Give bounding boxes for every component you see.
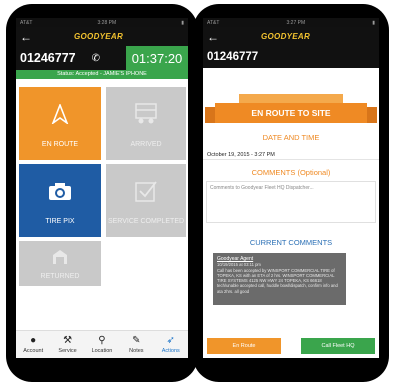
tab-actions-label: Actions	[161, 348, 180, 354]
tab-service[interactable]: ⚒ Service	[53, 335, 83, 354]
job-header: 01246777	[203, 46, 379, 68]
date-heading: DATE AND TIME	[262, 133, 320, 142]
phone-icon[interactable]: ✆	[92, 53, 100, 64]
action-grid: EN ROUTE ARRIVED TIRE PIX SERVICE COMPLE…	[16, 79, 188, 330]
service-completed-tile[interactable]: SERVICE COMPLETED	[106, 164, 186, 237]
tab-location[interactable]: ⚲ Location	[87, 335, 117, 354]
pin-icon: ⚲	[98, 335, 106, 346]
back-arrow-icon[interactable]: ←	[20, 31, 34, 43]
nav-bar: ← GOODYEAR	[203, 27, 379, 46]
status-bar: AT&T 3:28 PM ▮	[16, 18, 188, 27]
clock-label: 3:27 PM	[286, 19, 306, 26]
back-arrow-icon[interactable]: ←	[207, 31, 221, 43]
brand-logo: GOODYEAR	[74, 32, 124, 41]
clock-label: 3:28 PM	[97, 19, 117, 26]
nav-bar: ← GOODYEAR	[16, 27, 188, 46]
tab-actions[interactable]: ➶ Actions	[156, 335, 186, 354]
truck-icon	[133, 87, 159, 141]
wrench-icon: ⚒	[63, 335, 73, 346]
camera-icon	[47, 164, 73, 218]
tab-account[interactable]: ● Account	[18, 335, 48, 354]
tire-pix-tile[interactable]: TIRE PIX	[19, 164, 101, 237]
arrived-label: ARRIVED	[130, 141, 162, 149]
running-person-icon: ➶	[166, 335, 175, 346]
job-number: 01246777	[207, 51, 259, 63]
checkbox-icon	[134, 164, 158, 218]
job-header: 01246777 ✆ 01:37:20	[16, 46, 188, 70]
elapsed-timer: 01:37:20	[126, 46, 188, 70]
comments-heading: COMMENTS (Optional)	[251, 168, 331, 177]
battery-icon: ▮	[181, 19, 184, 26]
comment-text: Call has been accepted by WINSPORT COMME…	[217, 267, 338, 294]
tab-notes[interactable]: ✎ Notes	[121, 335, 151, 354]
garage-icon	[52, 241, 68, 273]
status-line: Status: Accepted - JAMIE'S IPHONE	[16, 70, 188, 79]
battery-icon: ▮	[372, 19, 375, 26]
returned-tile[interactable]: RETURNED	[19, 241, 101, 286]
right-screen: AT&T 3:27 PM ▮ ← GOODYEAR 01246777 EN RO…	[203, 18, 379, 358]
current-comments-heading: CURRENT COMMENTS	[249, 238, 333, 247]
carrier-label: AT&T	[20, 19, 33, 26]
en-route-form: EN ROUTE TO SITE DATE AND TIME October 1…	[203, 68, 379, 358]
comments-input[interactable]: Comments to Goodyear Fleet HQ Dispatcher…	[206, 181, 376, 223]
arrived-tile[interactable]: ARRIVED	[106, 87, 186, 160]
navigation-arrow-icon	[51, 87, 69, 141]
tab-account-label: Account	[23, 348, 44, 354]
service-completed-label: SERVICE COMPLETED	[107, 218, 185, 226]
returned-label: RETURNED	[40, 273, 80, 281]
comment-card: Goodyear Agent 10/19/2015 at 03:11 pm Ca…	[213, 253, 346, 305]
right-phone: AT&T 3:27 PM ▮ ← GOODYEAR 01246777 EN RO…	[193, 4, 389, 382]
en-route-label: EN ROUTE	[41, 141, 79, 149]
en-route-button[interactable]: En Route	[207, 338, 281, 354]
tab-notes-label: Notes	[129, 348, 144, 354]
tab-bar: ● Account ⚒ Service ⚲ Location ✎ Notes ➶…	[16, 330, 188, 358]
job-number: 01246777	[20, 51, 76, 65]
carrier-label: AT&T	[207, 19, 220, 26]
tab-service-label: Service	[58, 348, 77, 354]
tab-location-label: Location	[91, 348, 113, 354]
page-banner: EN ROUTE TO SITE	[215, 103, 367, 123]
tire-pix-label: TIRE PIX	[45, 218, 75, 226]
banner-decoration	[239, 94, 343, 103]
notes-icon: ✎	[132, 335, 141, 346]
left-phone: AT&T 3:28 PM ▮ ← GOODYEAR 01246777 ✆ 01:…	[6, 4, 198, 382]
brand-logo: GOODYEAR	[261, 32, 311, 41]
person-icon: ●	[30, 335, 37, 346]
date-value[interactable]: October 19, 2015 - 3:27 PM	[203, 150, 379, 160]
status-bar: AT&T 3:27 PM ▮	[203, 18, 379, 27]
action-buttons: En Route Call Fleet HQ	[207, 338, 375, 354]
en-route-tile[interactable]: EN ROUTE	[19, 87, 101, 160]
call-fleet-hq-button[interactable]: Call Fleet HQ	[301, 338, 375, 354]
left-screen: AT&T 3:28 PM ▮ ← GOODYEAR 01246777 ✆ 01:…	[16, 18, 188, 358]
